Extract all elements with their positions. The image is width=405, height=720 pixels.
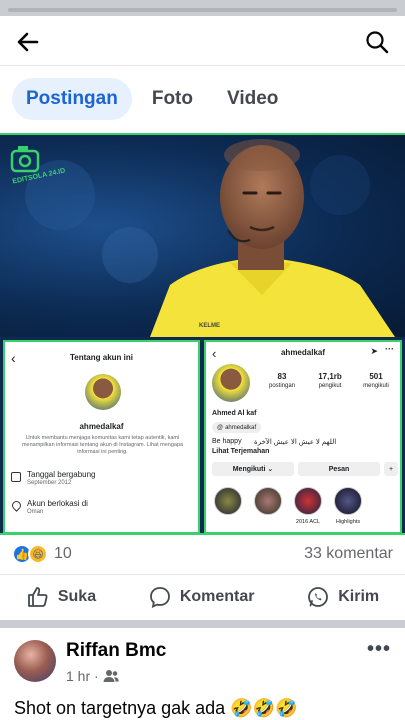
- following-button: Mengikuti ⌄: [212, 462, 294, 476]
- tab-video[interactable]: Video: [213, 78, 292, 120]
- post-caption: Shot on targetnya gak ada 🤣🤣🤣: [14, 698, 298, 718]
- reaction-count: 10: [54, 545, 72, 562]
- highlight-4: [334, 487, 362, 515]
- calendar-icon: [11, 472, 21, 482]
- highlight-1: [214, 487, 242, 515]
- send-icon: ➤: [370, 346, 378, 356]
- followers-label: pengikut: [318, 383, 342, 389]
- bio-arabic: اللهم لا عيش الا عيش الآخرة: [254, 439, 337, 446]
- message-button: Pesan: [298, 462, 380, 476]
- message-button-label: Pesan: [328, 465, 350, 473]
- chevron-down-icon: ⌄: [267, 466, 274, 473]
- comment-button[interactable]: Komentar: [148, 585, 255, 609]
- tab-bar: Postingan Foto Video: [12, 78, 292, 120]
- reactions-summary[interactable]: 👍 😆 10 33 komentar: [12, 540, 393, 568]
- posts-count: 83: [277, 372, 287, 381]
- search-icon[interactable]: [361, 26, 393, 58]
- send-button[interactable]: Kirim: [306, 585, 379, 609]
- top-bar: [0, 18, 405, 66]
- comment-label: Komentar: [179, 587, 255, 605]
- translate-link: Lihat Terjemahan: [212, 448, 270, 455]
- about-description: Untuk membantu menjaga komunitas kami te…: [21, 435, 184, 455]
- haha-reaction-icon: 😆: [28, 544, 48, 564]
- thumbs-up-icon: [27, 586, 48, 607]
- author-avatar[interactable]: [14, 640, 56, 682]
- add-person-icon: +: [384, 462, 398, 476]
- post-time: 1 hr ·: [66, 668, 99, 684]
- more-icon: ···: [385, 344, 394, 354]
- comment-icon: [149, 586, 170, 608]
- friends-icon: [103, 670, 119, 682]
- highlight-label-4: Highlights: [335, 519, 361, 525]
- threads-handle: ahmedalkaf: [225, 424, 257, 431]
- instagram-profile-panel: ‹ ahmedalkaf ➤ ··· 83 postingan 17,1rb p…: [204, 340, 402, 533]
- location-label: Akun berlokasi di: [27, 499, 88, 508]
- avatar: [85, 374, 121, 410]
- threads-icon: @: [217, 424, 224, 431]
- tab-postingan[interactable]: Postingan: [12, 78, 132, 120]
- following-count: 501: [369, 372, 383, 381]
- joined-value: September 2012: [27, 480, 72, 486]
- full-name: Ahmed Al kaf: [212, 410, 257, 417]
- watermark-logo: EDITSOLA 24.ID: [10, 143, 70, 186]
- highlight-3: [294, 487, 322, 515]
- whatsapp-icon: [308, 586, 329, 607]
- posts-label: postingan: [268, 383, 296, 389]
- bio-line: Be happy: [212, 438, 242, 445]
- post-meta: 1 hr ·: [66, 668, 119, 684]
- about-title: Tentang akun ini: [70, 353, 133, 362]
- jersey-brand: KELME: [199, 323, 220, 329]
- comments-count[interactable]: 33 komentar: [304, 545, 393, 563]
- tab-foto[interactable]: Foto: [138, 78, 207, 120]
- author-name[interactable]: Riffan Bmc: [66, 640, 166, 662]
- next-post: Riffan Bmc 1 hr · ••• Shot on targetnya …: [0, 628, 405, 720]
- like-button[interactable]: Suka: [26, 585, 96, 609]
- username: ahmedalkaf: [79, 422, 124, 431]
- post-image[interactable]: EDITSOLA 24.ID KELME ‹ Tentang akun ini …: [0, 133, 405, 535]
- joined-label: Tanggal bergabung: [27, 470, 96, 479]
- location-value: Oman: [27, 509, 44, 515]
- threads-badge: @ ahmedalkaf: [212, 422, 262, 433]
- post-separator: [0, 620, 405, 628]
- post-actions: Suka Komentar Kirim: [0, 574, 405, 618]
- following-label: mengikuti: [363, 383, 389, 389]
- back-arrow-icon[interactable]: [12, 26, 44, 58]
- about-account-panel: ‹ Tentang akun ini ahmedalkaf Untuk memb…: [3, 340, 200, 533]
- highlight-label-3: 2016 ACL: [295, 519, 321, 525]
- profile-avatar: [212, 364, 250, 402]
- location-icon: [10, 499, 23, 512]
- status-bar-strip: [0, 0, 405, 16]
- send-label: Kirim: [338, 587, 380, 605]
- following-button-label: Mengikuti: [232, 465, 266, 473]
- highlight-2: [254, 487, 282, 515]
- like-label: Suka: [57, 587, 97, 605]
- more-options-icon[interactable]: •••: [367, 638, 391, 661]
- followers-count: 17,1rb: [318, 372, 342, 381]
